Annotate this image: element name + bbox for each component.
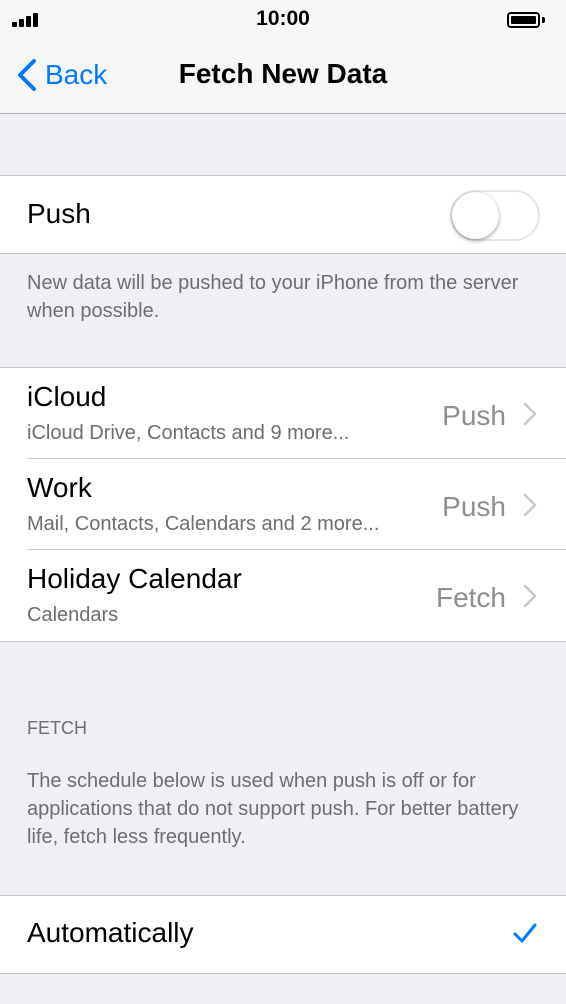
account-row-icloud[interactable]: iCloud iCloud Drive, Contacts and 9 more…: [0, 368, 566, 459]
settings-screen: 10:00 Back Fetch New Data Push New data …: [0, 0, 566, 1004]
chevron-right-icon: [523, 493, 537, 517]
push-toggle[interactable]: [450, 190, 540, 241]
fetch-option-label: Automatically: [27, 917, 194, 948]
toggle-knob: [452, 192, 499, 239]
navigation-bar: Back Fetch New Data: [0, 38, 566, 114]
page-title: Fetch New Data: [178, 58, 388, 89]
account-subtitle: iCloud Drive, Contacts and 9 more...: [27, 422, 350, 444]
push-footer-text: New data will be pushed to your iPhone f…: [27, 272, 519, 322]
account-title: Work: [27, 472, 92, 503]
status-time: 10:00: [256, 7, 310, 30]
fetch-description: The schedule below is used when push is …: [27, 770, 519, 848]
account-value: Push: [442, 400, 506, 431]
account-row-work[interactable]: Work Mail, Contacts, Calendars and 2 mor…: [0, 459, 566, 550]
push-row: Push: [0, 176, 566, 253]
account-title: iCloud: [27, 381, 107, 412]
push-label: Push: [27, 198, 91, 229]
battery-tip: [542, 17, 545, 23]
status-bar: 10:00: [0, 0, 566, 38]
checkmark-icon: [513, 923, 537, 943]
accounts-group: iCloud iCloud Drive, Contacts and 9 more…: [0, 367, 566, 642]
account-subtitle: Calendars: [27, 604, 119, 626]
battery-icon: [507, 12, 540, 28]
push-group: Push: [0, 175, 566, 254]
fetch-option-automatically[interactable]: Automatically: [0, 896, 566, 973]
account-subtitle: Mail, Contacts, Calendars and 2 more...: [27, 513, 380, 535]
account-value: Fetch: [435, 582, 506, 613]
account-row-holiday-calendar[interactable]: Holiday Calendar Calendars Fetch: [0, 550, 566, 641]
fetch-section-header: FETCH: [27, 718, 87, 738]
account-title: Holiday Calendar: [27, 563, 242, 594]
account-value: Push: [442, 491, 506, 522]
chevron-right-icon: [523, 584, 537, 608]
fetch-options-group: Automatically: [0, 895, 566, 974]
chevron-right-icon: [523, 402, 537, 426]
